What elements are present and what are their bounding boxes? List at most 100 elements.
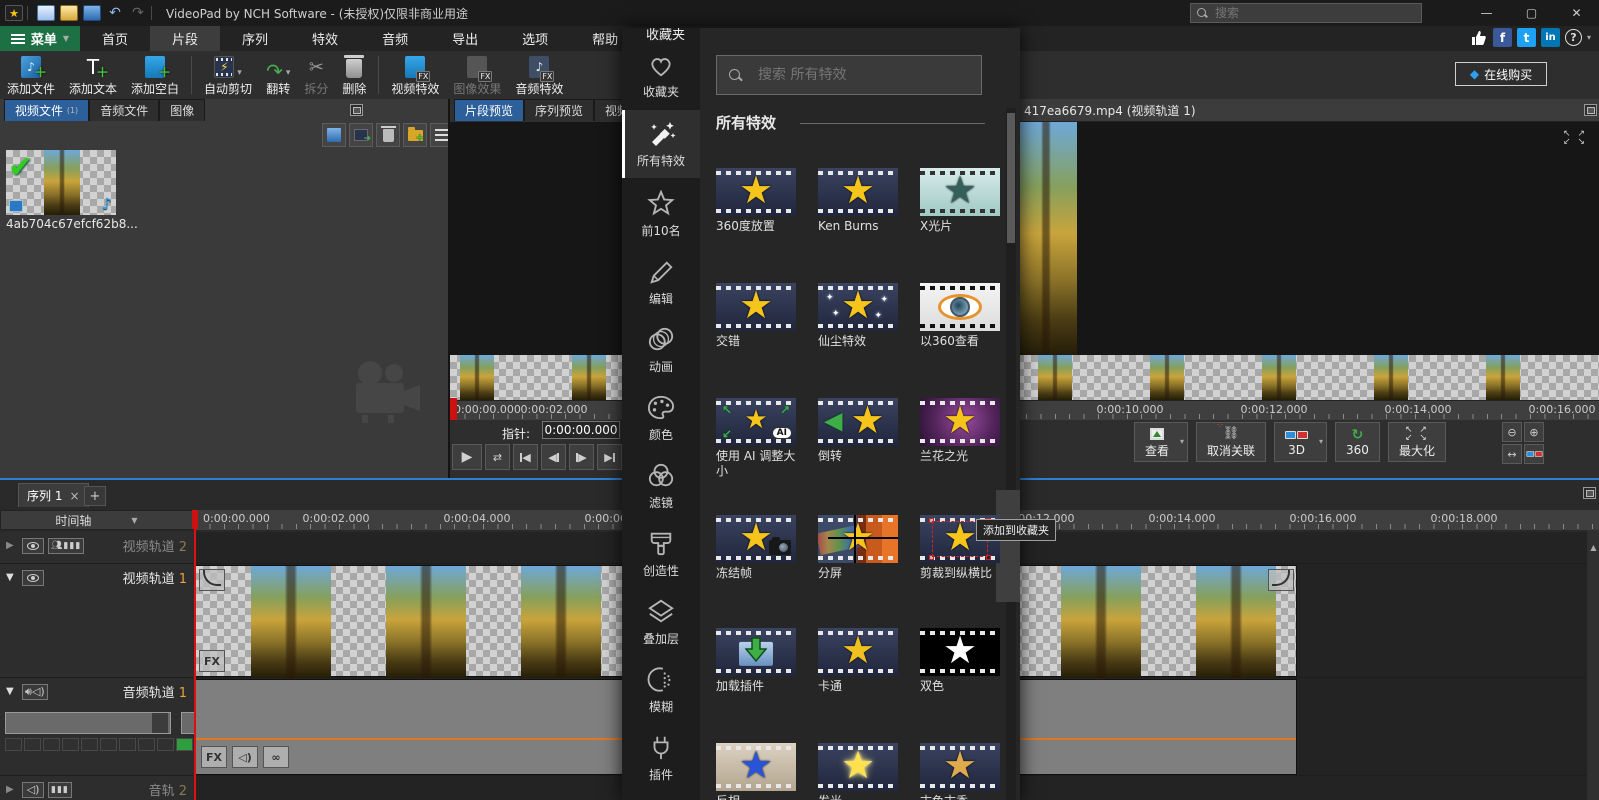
previous-frame-button[interactable]: ◀ [541,444,566,470]
fade-in-icon[interactable] [199,569,225,591]
category-color[interactable]: 颜色 [622,384,700,452]
effect-card[interactable]: ★ 360度放置 [716,168,800,234]
buy-online-button[interactable]: ◆ 在线购买 [1455,62,1547,86]
titlebar-search-input[interactable] [1213,5,1403,21]
fullscreen-icon[interactable]: ↖ ↗↙ ↘ [1563,130,1587,146]
collapse-track-icon[interactable]: ▼ [6,572,18,583]
skip-to-end-button[interactable]: ▶ [597,444,622,470]
timeline-playhead[interactable] [194,510,196,800]
effect-card[interactable]: ★ 双色 [920,628,1004,694]
menu-item-options[interactable]: 选项 [500,26,570,51]
track-group-icon[interactable]: 👥︎▮▮▮ [48,538,84,554]
add-blank-button[interactable]: ＋ 添加空白 [124,52,186,98]
category-filters[interactable]: 滤镜 [622,452,700,520]
category-favorites[interactable]: 收藏夹 [622,42,700,110]
preview-playhead[interactable] [450,398,457,422]
chevron-down-icon[interactable]: ▾ [1319,437,1323,446]
next-frame-button[interactable]: ▶ [569,444,594,470]
chevron-down-icon[interactable]: ▾ [1180,437,1184,446]
loop-button[interactable]: ⇄ [485,444,510,470]
category-creative[interactable]: 创造性 [622,520,700,588]
category-blur[interactable]: 模糊 [622,656,700,724]
tab-audio-files[interactable]: 音频文件 [89,99,159,121]
save-clip-button[interactable] [322,123,346,147]
collapse-panel-icon[interactable] [350,104,363,116]
effect-card[interactable]: ★ 兰花之光 [920,398,1004,464]
category-plugins[interactable]: 插件 [622,724,700,792]
delete-clip-button[interactable] [376,123,400,147]
clip-fx-badge[interactable]: FX [201,746,227,768]
track-mute-icon[interactable]: ◁) [22,782,44,798]
anaglyph-icon[interactable] [1524,444,1544,464]
menu-item-audio[interactable]: 音频 [360,26,430,51]
track-mute-icon[interactable]: 🔊︎◁) [22,684,48,700]
titlebar-search[interactable] [1190,3,1422,23]
export-clip-button[interactable] [349,123,373,147]
effect-card[interactable]: ★ 分屏 [818,515,902,581]
track-header-audio-1[interactable]: ▼ 🔊︎◁) 音频轨道 1 [0,678,193,776]
fit-width-icon[interactable]: ↔ [1502,444,1522,464]
linkedin-icon[interactable]: in [1541,28,1560,47]
zoom-in-icon[interactable]: ⊕ [1524,422,1544,442]
main-menu-button[interactable]: 菜单 ▼ [0,26,80,51]
expand-track-icon[interactable]: ▶ [6,784,18,795]
flip-button[interactable]: ↷▾ 翻转 [259,52,297,98]
category-animation[interactable]: 动画 [622,316,700,384]
help-icon[interactable]: ? [1565,29,1582,46]
like-icon[interactable] [1470,29,1488,47]
effect-card[interactable]: ★ Ken Burns [818,168,902,234]
track-group-icon[interactable]: ▮▮▮ [48,782,72,798]
delete-button[interactable]: 删除 [335,52,373,98]
close-button[interactable]: ✕ [1554,0,1599,26]
effect-card[interactable]: 加载插件 [716,628,800,694]
library-clip-thumbnail[interactable]: ✔ ♪ [6,150,116,215]
maximize-button[interactable]: ▢ [1509,0,1554,26]
tab-sequence-preview[interactable]: 序列预览 [524,99,594,121]
save-project-icon[interactable] [83,5,101,21]
effects-search-box[interactable] [716,55,982,95]
category-edit[interactable]: 编辑 [622,248,700,316]
360-button[interactable]: ↻ 360 [1335,422,1380,462]
add-folder-button[interactable] [403,123,427,147]
sequence-tab[interactable]: 序列 1 × [18,483,89,507]
clip-speaker-icon[interactable]: ◁) [232,746,258,768]
category-all-effects[interactable]: 所有特效 [622,110,700,178]
effect-card[interactable]: ★ 以360查看 [920,283,1004,349]
effect-card[interactable]: ★ 交错 [716,283,800,349]
collapse-panel-icon[interactable] [1584,104,1597,116]
maximize-preview-button[interactable]: ↖ ↗↙ ↘ 最大化 [1388,422,1446,462]
collapse-track-icon[interactable]: ▼ [6,686,18,697]
zoom-out-icon[interactable]: ⊖ [1502,422,1522,442]
menu-item-export[interactable]: 导出 [430,26,500,51]
timeline-mode-dropdown[interactable]: 时间轴 ▼ [0,510,193,530]
tab-images[interactable]: 图像 [159,99,205,121]
open-project-icon[interactable] [60,5,78,21]
track-visibility-icon[interactable] [22,570,44,586]
tab-video-files[interactable]: 视频文件 (1) [4,99,89,121]
auto-cut-button[interactable]: ⚡▾ 自动剪切 [197,52,259,98]
category-overlays[interactable]: 叠加层 [622,588,700,656]
effect-card[interactable]: ★ 冻结帧 [716,515,800,581]
track-header-video-2[interactable]: ▶ 👥︎▮▮▮ 视频轨道 2 [0,532,193,564]
track-header-video-1[interactable]: ▼ 视频轨道 1 [0,564,193,678]
tab-clip-preview[interactable]: 片段预览 [454,99,524,121]
pointer-time-field[interactable]: 0:00:00.000 [542,421,620,439]
expand-track-icon[interactable]: ▶ [6,540,18,551]
fade-out-icon[interactable] [1268,569,1294,591]
close-icon[interactable]: × [69,489,79,503]
collapse-panel-icon[interactable] [1583,487,1596,499]
3d-button[interactable]: 3D ▾ [1274,422,1327,462]
volume-slider[interactable] [5,712,171,734]
video-effects-button[interactable]: FX 视频特效 [384,52,446,98]
twitter-icon[interactable]: t [1517,28,1536,47]
add-sequence-button[interactable]: + [84,486,106,506]
undo-icon[interactable]: ↶ [106,5,124,21]
chevron-down-icon[interactable]: ▾ [286,68,291,78]
effects-scrollbar[interactable] [1006,108,1016,800]
effects-search-input[interactable] [756,66,966,84]
audio-effects-button[interactable]: ♪FX 音频特效 [508,52,570,98]
clip-link-icon[interactable]: ∞ [263,746,289,768]
chevron-down-icon[interactable]: ▾ [237,68,242,78]
new-project-icon[interactable] [37,5,55,21]
track-header-audio-2[interactable]: ▶ ◁) ▮▮▮ 音轨 2 [0,776,193,800]
